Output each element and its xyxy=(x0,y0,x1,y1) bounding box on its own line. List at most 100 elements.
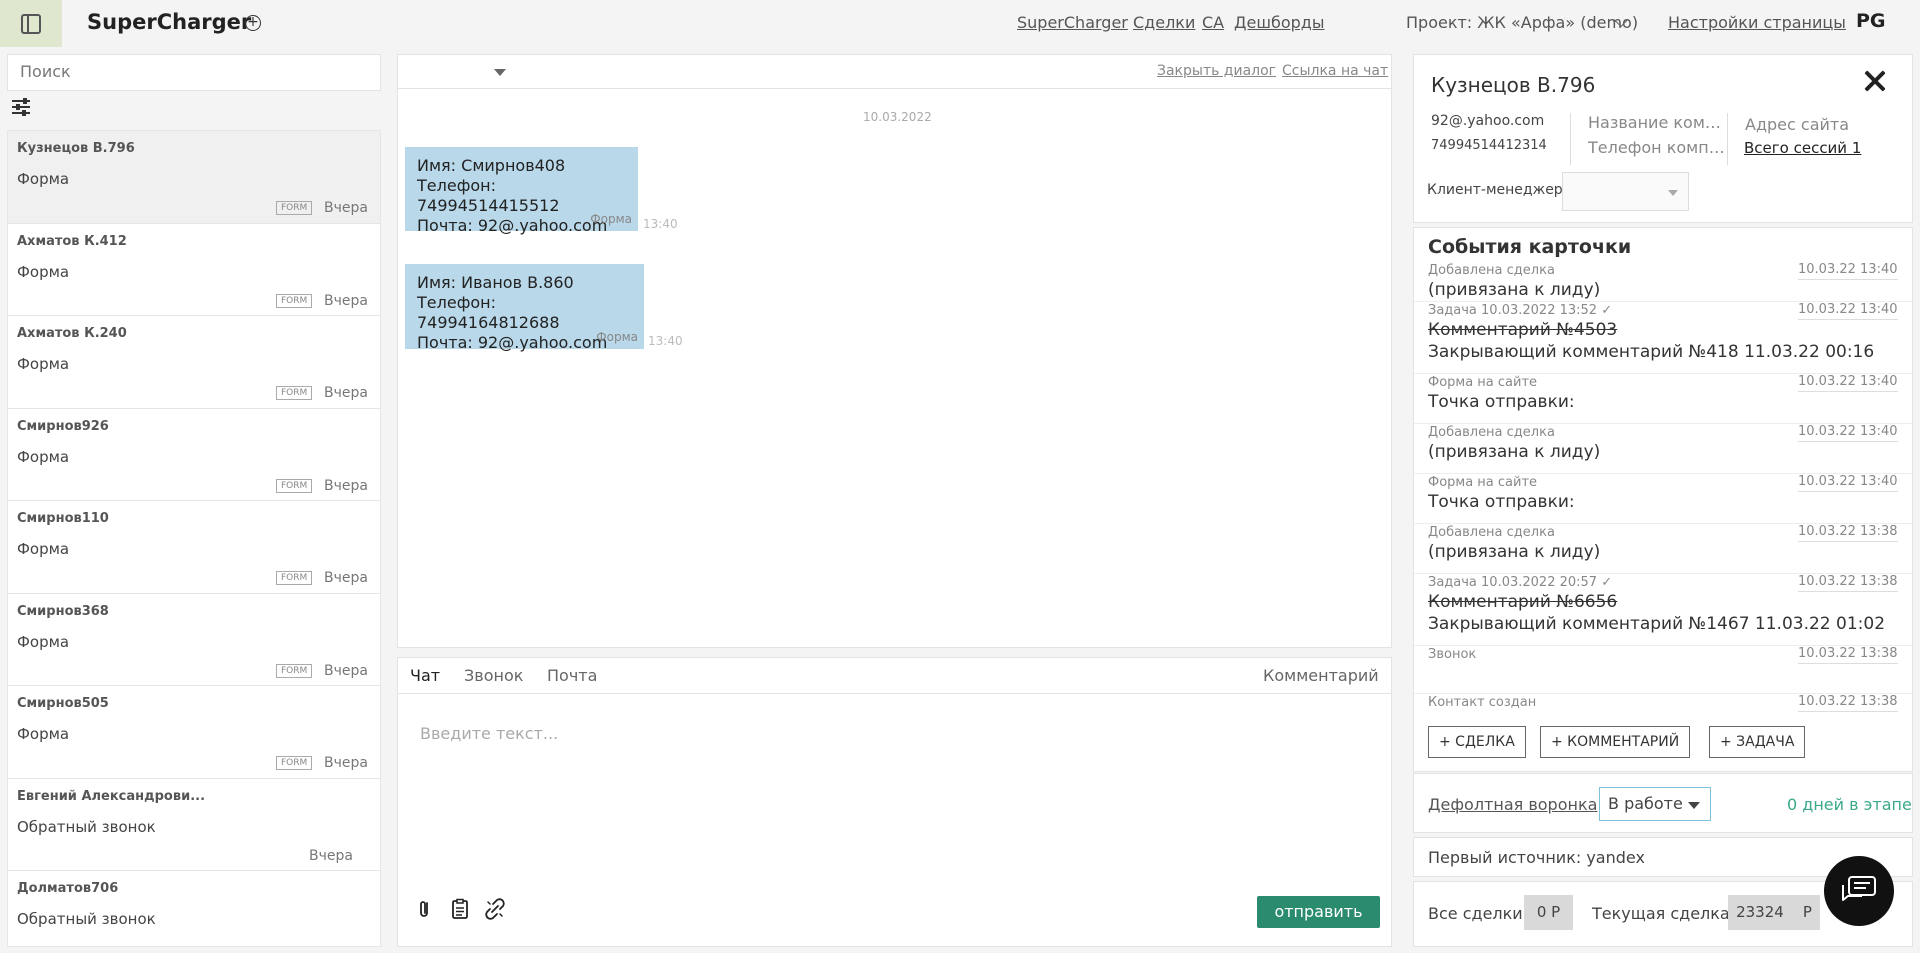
lead-name: Ахматов К.240 xyxy=(17,326,127,341)
days-in-stage: 0 дней в этапе xyxy=(1787,795,1912,814)
lead-name: Долматов706 xyxy=(17,881,119,896)
funnel-bar: Дефолтная воронка В работе 0 дней в этап… xyxy=(1413,773,1913,833)
event-time: 10.03.22 13:40 xyxy=(1798,424,1898,442)
lead-item[interactable]: Кузнецов В.796 Форма FORM Вчера xyxy=(8,131,380,224)
chat-bubble-icon xyxy=(1842,876,1876,901)
unlink-icon[interactable] xyxy=(484,898,506,920)
add-comment-button[interactable]: + КОММЕНТАРИЙ xyxy=(1540,726,1691,758)
tab-call[interactable]: Звонок xyxy=(464,666,523,685)
lead-name: Ахматов К.412 xyxy=(17,233,127,249)
event-text: (привязана к лиду) xyxy=(1428,542,1601,562)
lead-item[interactable]: Смирнов505 Форма FORM Вчера xyxy=(8,686,380,779)
message-line: Имя: Смирнов408 xyxy=(417,156,566,175)
message-line: Имя: Иванов В.860 xyxy=(417,273,574,292)
lead-name: Смирнов926 xyxy=(17,418,109,434)
nav-link-deals[interactable]: Сделки xyxy=(1133,13,1195,32)
composer-tabs: Чат Звонок Почта Комментарий xyxy=(397,657,1392,694)
user-avatar[interactable]: PG xyxy=(1856,10,1886,32)
message-tag: Форма xyxy=(590,212,632,226)
lead-item[interactable]: Ахматов К.412 Форма FORM Вчера xyxy=(8,224,380,316)
chat-messages: 10.03.2022 Имя: Смирнов408 Телефон: 7499… xyxy=(397,89,1392,648)
event-item: Задача 10.03.2022 20:57 ✓ 10.03.22 13:38… xyxy=(1414,574,1914,646)
close-icon[interactable] xyxy=(1859,65,1891,97)
form-tag: FORM xyxy=(276,201,313,215)
tab-mail[interactable]: Почта xyxy=(547,666,597,685)
divider xyxy=(1727,113,1728,165)
company-phone-field[interactable]: Телефон компан... xyxy=(1588,138,1725,157)
message-time: 13:40 xyxy=(643,217,678,231)
lead-name: Смирнов110 xyxy=(17,511,109,526)
page-settings-link[interactable]: Настройки страницы xyxy=(1668,13,1846,32)
search-input[interactable]: Поиск xyxy=(7,54,381,91)
nav-link-supercharger[interactable]: SuperCharger xyxy=(1017,13,1128,32)
chat-header: Закрыть диалог Ссылка на чат xyxy=(397,54,1392,89)
message-tag: Форма xyxy=(596,330,638,344)
sidebar-icon xyxy=(21,13,41,34)
events-title: События карточки xyxy=(1428,236,1632,258)
client-manager-label: Клиент-менеджер xyxy=(1427,182,1563,198)
event-text: Закрывающий комментарий №418 11.03.22 00… xyxy=(1428,342,1875,362)
message-composer: Введите текст... отправить xyxy=(397,694,1392,947)
client-manager-select[interactable] xyxy=(1562,172,1689,211)
lead-type: Форма xyxy=(17,632,70,651)
event-item: Контакт создан 10.03.22 13:38 xyxy=(1414,694,1914,716)
filter-icon[interactable] xyxy=(12,98,30,116)
lead-name: Кузнецов В.796 xyxy=(17,141,135,156)
event-item: Форма на сайте 10.03.22 13:40 Точка отпр… xyxy=(1414,374,1914,424)
event-text: Точка отправки: xyxy=(1428,392,1575,412)
funnel-link[interactable]: Дефолтная воронка xyxy=(1428,795,1597,814)
sidebar-toggle-button[interactable] xyxy=(0,0,62,47)
tab-comment[interactable]: Комментарий xyxy=(1263,666,1379,685)
lead-time: Вчера xyxy=(324,292,368,309)
current-deal-value[interactable]: 23324 Р xyxy=(1728,895,1820,930)
nav-link-ca[interactable]: CA xyxy=(1202,13,1224,32)
form-tag: FORM xyxy=(276,663,313,678)
event-text: Закрывающий комментарий №1467 11.03.22 0… xyxy=(1428,614,1886,634)
nav-link-dashboards[interactable]: Дешборды xyxy=(1234,13,1325,32)
lead-item[interactable]: Долматов706 Обратный звонок xyxy=(8,871,380,946)
chevron-down-icon xyxy=(1668,190,1678,196)
event-time: 10.03.22 13:38 xyxy=(1798,694,1898,712)
chevron-down-icon[interactable] xyxy=(494,69,506,76)
tab-chat[interactable]: Чат xyxy=(410,666,440,685)
lead-item[interactable]: Смирнов368 Форма FORM Вчера xyxy=(8,594,380,686)
current-deal-label: Текущая сделка: xyxy=(1592,904,1736,923)
event-text: (привязана к лиду) xyxy=(1428,280,1601,300)
event-item: Добавлена сделка 10.03.22 13:40 (привяза… xyxy=(1414,424,1914,474)
add-icon[interactable]: + xyxy=(245,15,261,31)
lead-time: Вчера xyxy=(324,477,368,494)
lead-item[interactable]: Смирнов110 Форма FORM Вчера xyxy=(8,501,380,594)
stage-value: В работе xyxy=(1608,794,1683,813)
event-time: 10.03.22 13:40 xyxy=(1798,374,1898,392)
all-deals-value: 0 Р xyxy=(1524,895,1573,930)
message-input[interactable]: Введите текст... xyxy=(420,724,558,743)
lead-item[interactable]: Евгений Александрови... Обратный звонок … xyxy=(8,779,380,871)
stage-select[interactable]: В работе xyxy=(1599,787,1711,821)
lead-time: Вчера xyxy=(309,847,353,864)
contact-name: Кузнецов В.796 xyxy=(1431,73,1596,97)
company-name-field[interactable]: Название компа... xyxy=(1588,113,1725,132)
send-button[interactable]: отправить xyxy=(1257,896,1380,928)
event-time: 10.03.22 13:40 xyxy=(1798,302,1898,320)
lead-panel: Поиск Кузнецов В.796 Форма FORM Вчера Ах… xyxy=(7,54,381,947)
template-icon[interactable] xyxy=(449,898,471,920)
event-item: Форма на сайте 10.03.22 13:40 Точка отпр… xyxy=(1414,474,1914,524)
add-task-button[interactable]: + ЗАДАЧА xyxy=(1709,726,1806,758)
chevron-down-icon xyxy=(1688,802,1700,809)
form-tag: FORM xyxy=(276,756,313,770)
lead-name: Смирнов368 xyxy=(17,603,109,619)
top-header: SuperCharger + SuperCharger Сделки CA Де… xyxy=(0,0,1920,47)
all-sessions-link[interactable]: Всего сессий 1 xyxy=(1744,139,1861,157)
lead-name: Евгений Александрови... xyxy=(17,788,206,804)
add-deal-button[interactable]: + СДЕЛКА xyxy=(1428,726,1526,758)
event-text: Комментарий №6656 xyxy=(1428,592,1618,612)
support-chat-button[interactable] xyxy=(1824,856,1894,926)
project-selector[interactable]: Проект: ЖК «Арфа» (demo) xyxy=(1406,13,1638,32)
site-address-field[interactable]: Адрес сайта xyxy=(1745,115,1849,134)
close-dialog-link[interactable]: Закрыть диалог xyxy=(1157,63,1276,79)
chat-link[interactable]: Ссылка на чат xyxy=(1282,63,1388,79)
message-bubble: Имя: Смирнов408 Телефон: 74994514415512 … xyxy=(405,147,638,235)
lead-item[interactable]: Смирнов926 Форма FORM Вчера xyxy=(8,409,380,501)
lead-item[interactable]: Ахматов К.240 Форма FORM Вчера xyxy=(8,316,380,409)
attach-icon[interactable] xyxy=(414,898,436,920)
